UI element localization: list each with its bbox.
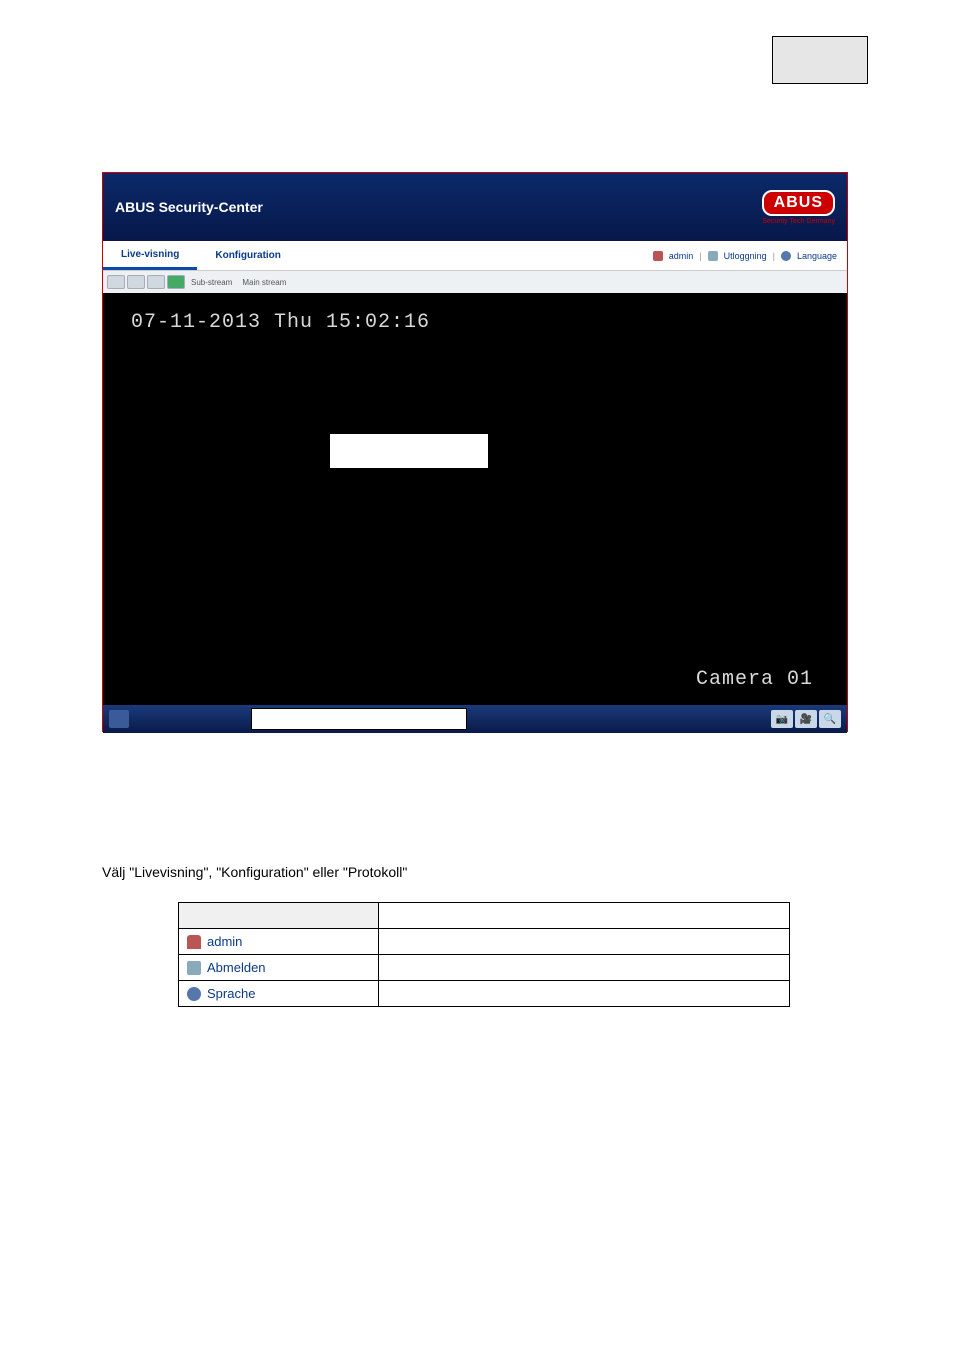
table-header-right — [379, 903, 790, 929]
table-cell-admin: admin — [179, 929, 379, 955]
stop-button[interactable] — [109, 710, 129, 728]
stream-toolbar: Sub-stream Main stream — [103, 271, 847, 293]
table-row: Abmelden — [179, 955, 790, 981]
layout-btn-3[interactable] — [147, 275, 165, 289]
app-title: ABUS Security-Center — [115, 199, 263, 215]
logout-icon — [187, 961, 201, 975]
globe-icon — [781, 251, 791, 261]
video-area: 07-11-2013 Thu 15:02:16 Camera 01 — [103, 293, 847, 705]
table-row: Sprache — [179, 981, 790, 1007]
table-cell-right — [379, 955, 790, 981]
sub-stream-btn[interactable]: Sub-stream — [187, 278, 236, 287]
tab-bar: Live-visning Konfiguration admin | Utlog… — [103, 241, 847, 271]
layout-btn-1[interactable] — [107, 275, 125, 289]
table-cell-sprache: Sprache — [179, 981, 379, 1007]
footer-overlay-box — [251, 708, 467, 730]
separator: | — [773, 251, 775, 261]
logout-link[interactable]: Utloggning — [724, 251, 767, 261]
globe-icon — [187, 987, 201, 1001]
app-title-bold: ABUS — [115, 199, 155, 215]
app-screenshot: ABUS Security-Center ABUS Security Tech … — [102, 172, 848, 732]
snapshot-icon[interactable]: 📷 — [771, 710, 793, 728]
app-title-rest: Security-Center — [159, 199, 263, 215]
brand-logo-text: ABUS — [762, 190, 835, 216]
user-label: admin — [669, 251, 694, 261]
layout-btn-4[interactable] — [167, 275, 185, 289]
overlay-box — [329, 433, 489, 469]
cell-label: Abmelden — [207, 960, 266, 975]
table-cell-right — [379, 929, 790, 955]
tab-konfiguration[interactable]: Konfiguration — [197, 241, 299, 270]
app-header: ABUS Security-Center ABUS Security Tech … — [103, 173, 847, 241]
footer-right-icons: 📷 🎥 🔍 — [771, 710, 841, 728]
video-footer: 📷 🎥 🔍 — [103, 705, 847, 733]
camera-label: Camera 01 — [696, 668, 813, 691]
page-number-box — [772, 36, 868, 84]
language-link[interactable]: Language — [797, 251, 837, 261]
separator: | — [699, 251, 701, 261]
logout-icon — [708, 251, 718, 261]
table-cell-abmelden: Abmelden — [179, 955, 379, 981]
table-header-left — [179, 903, 379, 929]
tab-live-visning[interactable]: Live-visning — [103, 241, 197, 270]
brand-logo: ABUS Security Tech Germany — [762, 190, 835, 225]
brand-logo-sub: Security Tech Germany — [762, 218, 835, 225]
zoom-icon[interactable]: 🔍 — [819, 710, 841, 728]
info-table: admin Abmelden Sprache — [178, 902, 790, 1007]
video-timestamp: 07-11-2013 Thu 15:02:16 — [131, 311, 430, 334]
layout-btn-2[interactable] — [127, 275, 145, 289]
user-icon — [187, 935, 201, 949]
header-right-links: admin | Utloggning | Language — [653, 251, 847, 261]
cell-label: Sprache — [207, 986, 255, 1001]
table-cell-right — [379, 981, 790, 1007]
user-icon — [653, 251, 663, 261]
record-icon[interactable]: 🎥 — [795, 710, 817, 728]
table-row: admin — [179, 929, 790, 955]
caption-text: Välj "Livevisning", "Konfiguration" elle… — [102, 864, 407, 880]
main-stream-btn[interactable]: Main stream — [238, 278, 290, 287]
cell-label: admin — [207, 934, 242, 949]
